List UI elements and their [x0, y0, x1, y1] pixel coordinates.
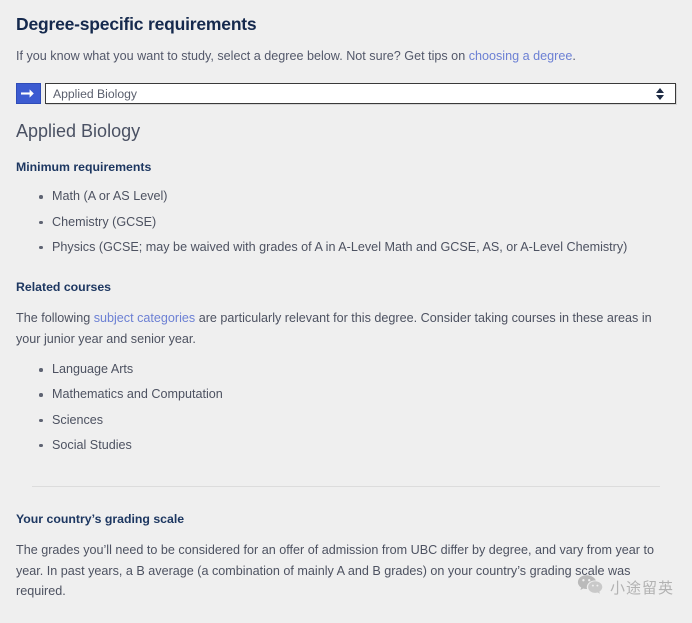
arrow-right-icon — [21, 88, 36, 99]
degree-requirements-page: Degree-specific requirements If you know… — [0, 0, 692, 623]
related-courses-heading: Related courses — [16, 279, 112, 294]
degree-name-heading: Applied Biology — [16, 121, 141, 141]
grading-scale-heading: Your country’s grading scale — [16, 511, 185, 526]
choosing-a-degree-link[interactable]: choosing a degree — [469, 49, 573, 63]
minimum-requirements-heading: Minimum requirements — [16, 159, 152, 174]
list-item: Social Studies — [39, 437, 676, 454]
go-button[interactable] — [16, 83, 41, 104]
triangle-up-icon[interactable] — [656, 87, 664, 93]
related-paragraph-before: The following — [16, 311, 94, 326]
degree-selector-row: Applied Biology — [16, 83, 676, 104]
intro-text-after: . — [572, 49, 576, 63]
intro-text-before: If you know what you want to study, sele… — [16, 49, 469, 63]
watermark-text: 小途留英 — [609, 579, 674, 597]
list-item: Language Arts — [39, 361, 676, 378]
intro-text: If you know what you want to study, sele… — [16, 48, 676, 65]
watermark: 小途留英 — [577, 574, 674, 601]
related-courses-list: Language Arts Mathematics and Computatio… — [16, 361, 676, 453]
degree-select[interactable]: Applied Biology — [45, 83, 676, 104]
minimum-requirements-list: Math (A or AS Level) Chemistry (GCSE) Ph… — [16, 188, 676, 255]
list-item: Sciences — [39, 412, 676, 429]
list-item: Chemistry (GCSE) — [39, 214, 676, 231]
page-title: Degree-specific requirements — [16, 14, 257, 34]
subject-categories-link[interactable]: subject categories — [94, 311, 196, 325]
section-divider — [32, 485, 660, 487]
select-spinner-icons[interactable] — [651, 87, 675, 100]
related-courses-section: Related courses The following subject ca… — [16, 280, 676, 454]
wechat-icon — [577, 574, 603, 601]
list-item: Physics (GCSE; may be waived with grades… — [39, 239, 676, 256]
list-item: Mathematics and Computation — [39, 386, 676, 403]
degree-select-value: Applied Biology — [53, 86, 138, 101]
triangle-down-icon[interactable] — [656, 94, 664, 100]
related-courses-paragraph: The following subject categories are par… — [16, 308, 676, 349]
list-item: Math (A or AS Level) — [39, 188, 676, 205]
